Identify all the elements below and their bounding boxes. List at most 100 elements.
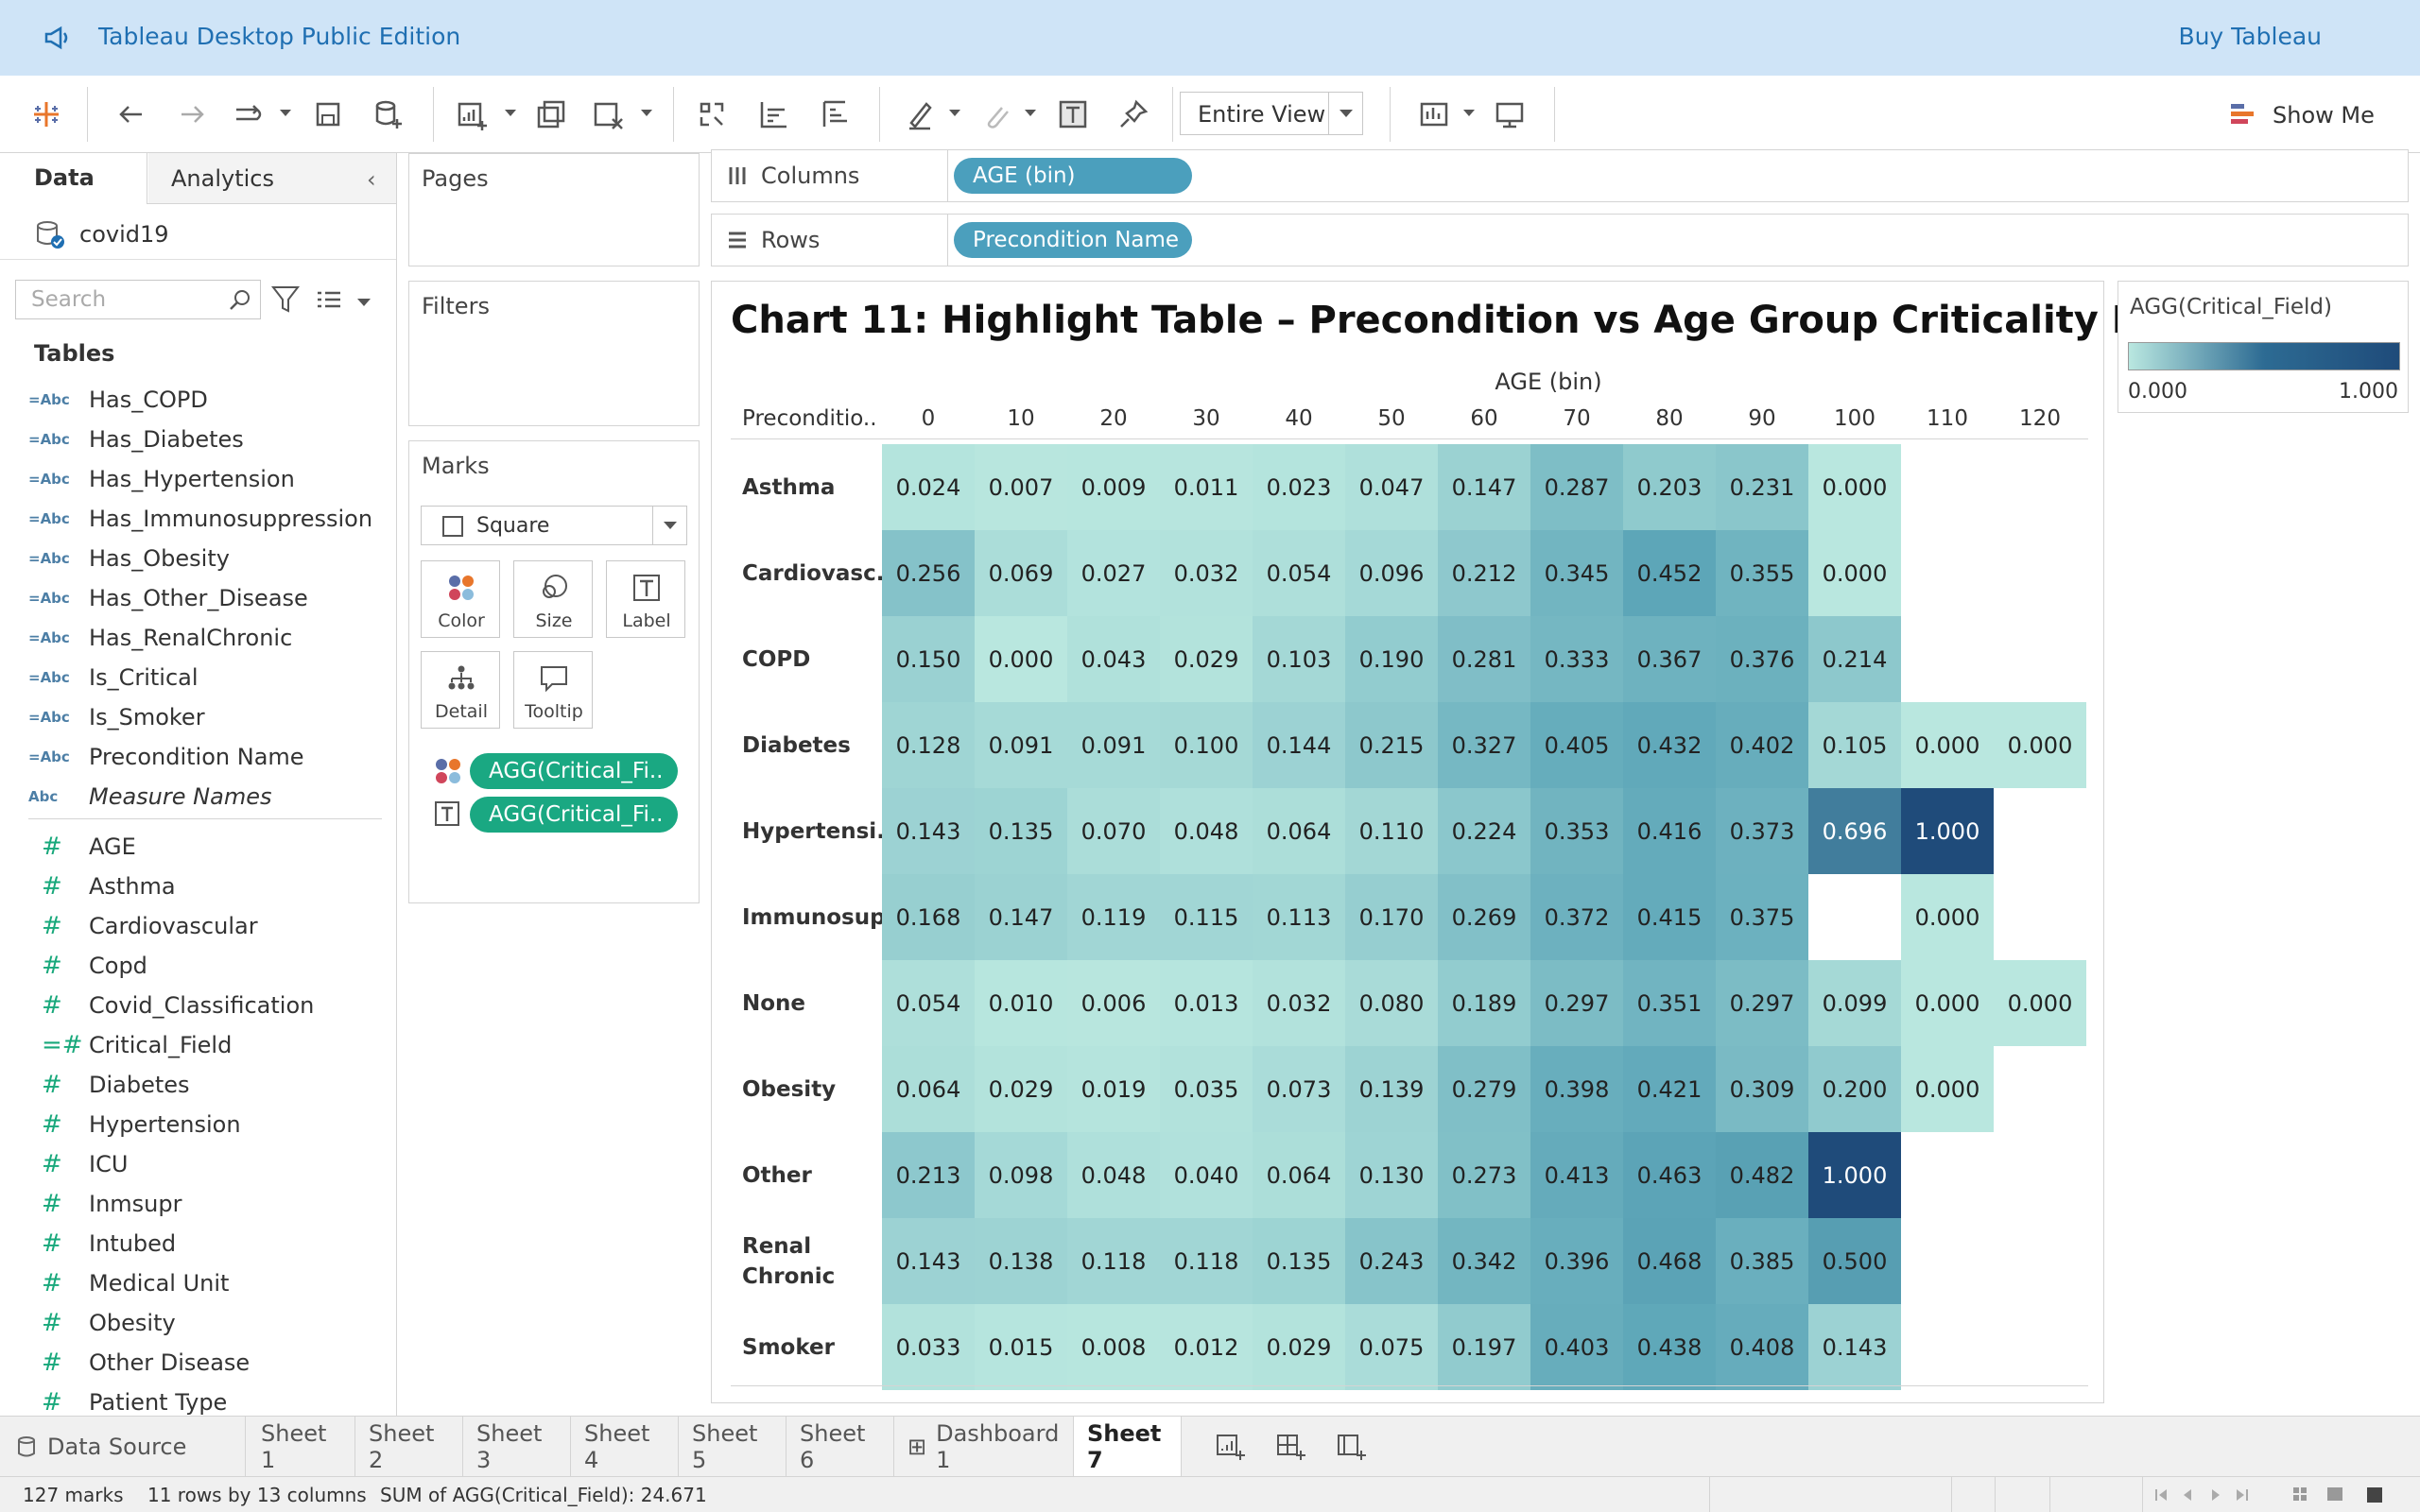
heatmap-cell[interactable]: 0.027 <box>1067 530 1160 616</box>
heatmap-cell[interactable]: 0.013 <box>1160 960 1253 1046</box>
heatmap-cell[interactable]: 0.345 <box>1530 530 1623 616</box>
heatmap-cell[interactable]: 0.256 <box>882 530 975 616</box>
label-button[interactable]: Label <box>606 560 685 638</box>
heatmap-cell[interactable]: 0.048 <box>1160 788 1253 874</box>
heatmap-cell[interactable]: 0.415 <box>1623 874 1716 960</box>
heatmap-cell[interactable]: 0.000 <box>1901 1046 1994 1132</box>
columns-pill-age-bin[interactable]: AGE (bin) <box>954 158 1192 194</box>
field-item[interactable]: =Abc Has_Other_Disease <box>28 578 388 618</box>
heatmap-cell[interactable]: 0.110 <box>1345 788 1438 874</box>
heatmap-cell[interactable]: 0.043 <box>1067 616 1160 702</box>
heatmap-cell[interactable]: 0.032 <box>1253 960 1345 1046</box>
show-cards-icon[interactable] <box>1412 93 1456 136</box>
heatmap-cell[interactable]: 0.372 <box>1530 874 1623 960</box>
save-icon[interactable] <box>306 93 350 136</box>
heatmap-cell[interactable]: 0.033 <box>882 1304 975 1390</box>
heatmap-cell[interactable]: 0.355 <box>1716 530 1808 616</box>
sort-descending-icon[interactable] <box>813 93 856 136</box>
heatmap-cell[interactable]: 0.168 <box>882 874 975 960</box>
heatmap-cell[interactable]: 0.144 <box>1253 702 1345 788</box>
new-worksheet-icon[interactable] <box>1214 1430 1248 1464</box>
field-item[interactable]: =Abc Is_Critical <box>28 658 388 697</box>
sheet-tab[interactable]: Sheet 3 <box>463 1417 571 1476</box>
heatmap-cell[interactable]: 0.019 <box>1067 1046 1160 1132</box>
size-button[interactable]: Size <box>513 560 593 638</box>
field-item[interactable]: =# Critical_Field <box>28 1025 388 1065</box>
column-header[interactable]: 100 <box>1808 406 1901 431</box>
new-datasource-icon[interactable] <box>367 93 410 136</box>
heatmap-cell[interactable]: 0.403 <box>1530 1304 1623 1390</box>
heatmap-cell[interactable]: 0.197 <box>1438 1304 1530 1390</box>
heatmap-cell[interactable]: 0.482 <box>1716 1132 1808 1218</box>
column-header[interactable]: 20 <box>1067 406 1160 431</box>
heatmap-cell[interactable]: 0.405 <box>1530 702 1623 788</box>
row-header[interactable]: Asthma <box>742 444 884 530</box>
field-item[interactable]: Abc Measure Names <box>28 777 388 816</box>
sheet-tab[interactable]: Sheet 4 <box>571 1417 679 1476</box>
column-header[interactable]: 70 <box>1530 406 1623 431</box>
heatmap-cell[interactable]: 0.463 <box>1623 1132 1716 1218</box>
heatmap-cell[interactable]: 0.118 <box>1160 1218 1253 1304</box>
column-header[interactable]: 90 <box>1716 406 1808 431</box>
tooltip-button[interactable]: Tooltip <box>513 651 593 729</box>
heatmap-cell[interactable]: 0.170 <box>1345 874 1438 960</box>
show-cards-dropdown[interactable] <box>1463 110 1475 116</box>
heatmap-cell[interactable]: 0.096 <box>1345 530 1438 616</box>
heatmap-cell[interactable]: 0.024 <box>882 444 975 530</box>
search-input[interactable] <box>16 281 224 318</box>
heatmap-cell[interactable]: 0.373 <box>1716 788 1808 874</box>
heatmap-cell[interactable]: 0.035 <box>1160 1046 1253 1132</box>
group-members-icon[interactable] <box>974 93 1017 136</box>
heatmap-cell[interactable]: 0.008 <box>1067 1304 1160 1390</box>
column-header[interactable]: 110 <box>1901 406 1994 431</box>
heatmap-cell[interactable]: 0.138 <box>975 1218 1067 1304</box>
heatmap-cell[interactable]: 0.351 <box>1623 960 1716 1046</box>
field-item[interactable]: # Patient Type <box>28 1383 388 1416</box>
heatmap-cell[interactable]: 0.047 <box>1345 444 1438 530</box>
field-item[interactable]: # Medical Unit <box>28 1263 388 1303</box>
heatmap-cell[interactable]: 0.213 <box>882 1132 975 1218</box>
view-dropdown[interactable] <box>357 299 371 306</box>
heatmap-cell[interactable]: 0.128 <box>882 702 975 788</box>
mark-type-select[interactable]: Square <box>421 506 687 545</box>
row-header[interactable]: Renal Chronic <box>742 1218 884 1304</box>
heatmap-cell[interactable]: 0.069 <box>975 530 1067 616</box>
list-view-icon[interactable] <box>314 285 344 314</box>
heatmap-cell[interactable]: 0.385 <box>1716 1218 1808 1304</box>
heatmap-cell[interactable]: 0.309 <box>1716 1046 1808 1132</box>
heatmap-cell[interactable]: 0.273 <box>1438 1132 1530 1218</box>
row-header[interactable]: Diabetes <box>742 702 884 788</box>
heatmap-cell[interactable]: 0.468 <box>1623 1218 1716 1304</box>
field-item[interactable]: # Covid_Classification <box>28 986 388 1025</box>
heatmap-cell[interactable]: 1.000 <box>1901 788 1994 874</box>
heatmap-cell[interactable]: 0.143 <box>882 788 975 874</box>
sheet-navigation-icon[interactable] <box>2153 1486 2267 1503</box>
row-header[interactable]: Cardiovasc.. <box>742 530 892 616</box>
heatmap-cell[interactable]: 0.279 <box>1438 1046 1530 1132</box>
heatmap-cell[interactable]: 0.000 <box>1808 444 1901 530</box>
presentation-mode-icon[interactable] <box>1488 93 1531 136</box>
heatmap-cell[interactable]: 0.342 <box>1438 1218 1530 1304</box>
heatmap-cell[interactable]: 0.070 <box>1067 788 1160 874</box>
tableau-logo-icon[interactable] <box>25 93 68 136</box>
rows-shelf[interactable]: Rows Precondition Name <box>711 214 2409 266</box>
heatmap-cell[interactable]: 0.438 <box>1623 1304 1716 1390</box>
heatmap-cell[interactable]: 0.012 <box>1160 1304 1253 1390</box>
new-worksheet-icon[interactable] <box>450 93 493 136</box>
row-header[interactable]: Immunosup.. <box>742 874 902 960</box>
heatmap-cell[interactable]: 0.080 <box>1345 960 1438 1046</box>
label-encoding-pill[interactable]: AGG(Critical_Fi.. <box>470 797 678 833</box>
heatmap-cell[interactable]: 0.023 <box>1253 444 1345 530</box>
field-item[interactable]: # Hypertension <box>28 1105 388 1144</box>
field-item[interactable]: =Abc Precondition Name <box>28 737 388 777</box>
heatmap-cell[interactable]: 0.269 <box>1438 874 1530 960</box>
heatmap-cell[interactable]: 0.000 <box>1808 530 1901 616</box>
sheet-tab[interactable]: Sheet 7 <box>1074 1417 1182 1476</box>
heatmap-cell[interactable]: 0.029 <box>1160 616 1253 702</box>
heatmap-cell[interactable]: 0.000 <box>1901 702 1994 788</box>
field-item[interactable]: # Other Disease <box>28 1343 388 1383</box>
filter-icon[interactable] <box>270 284 301 316</box>
heatmap-cell[interactable]: 0.000 <box>1994 960 2086 1046</box>
heatmap-cell[interactable]: 0.048 <box>1067 1132 1160 1218</box>
heatmap-cell[interactable]: 0.189 <box>1438 960 1530 1046</box>
